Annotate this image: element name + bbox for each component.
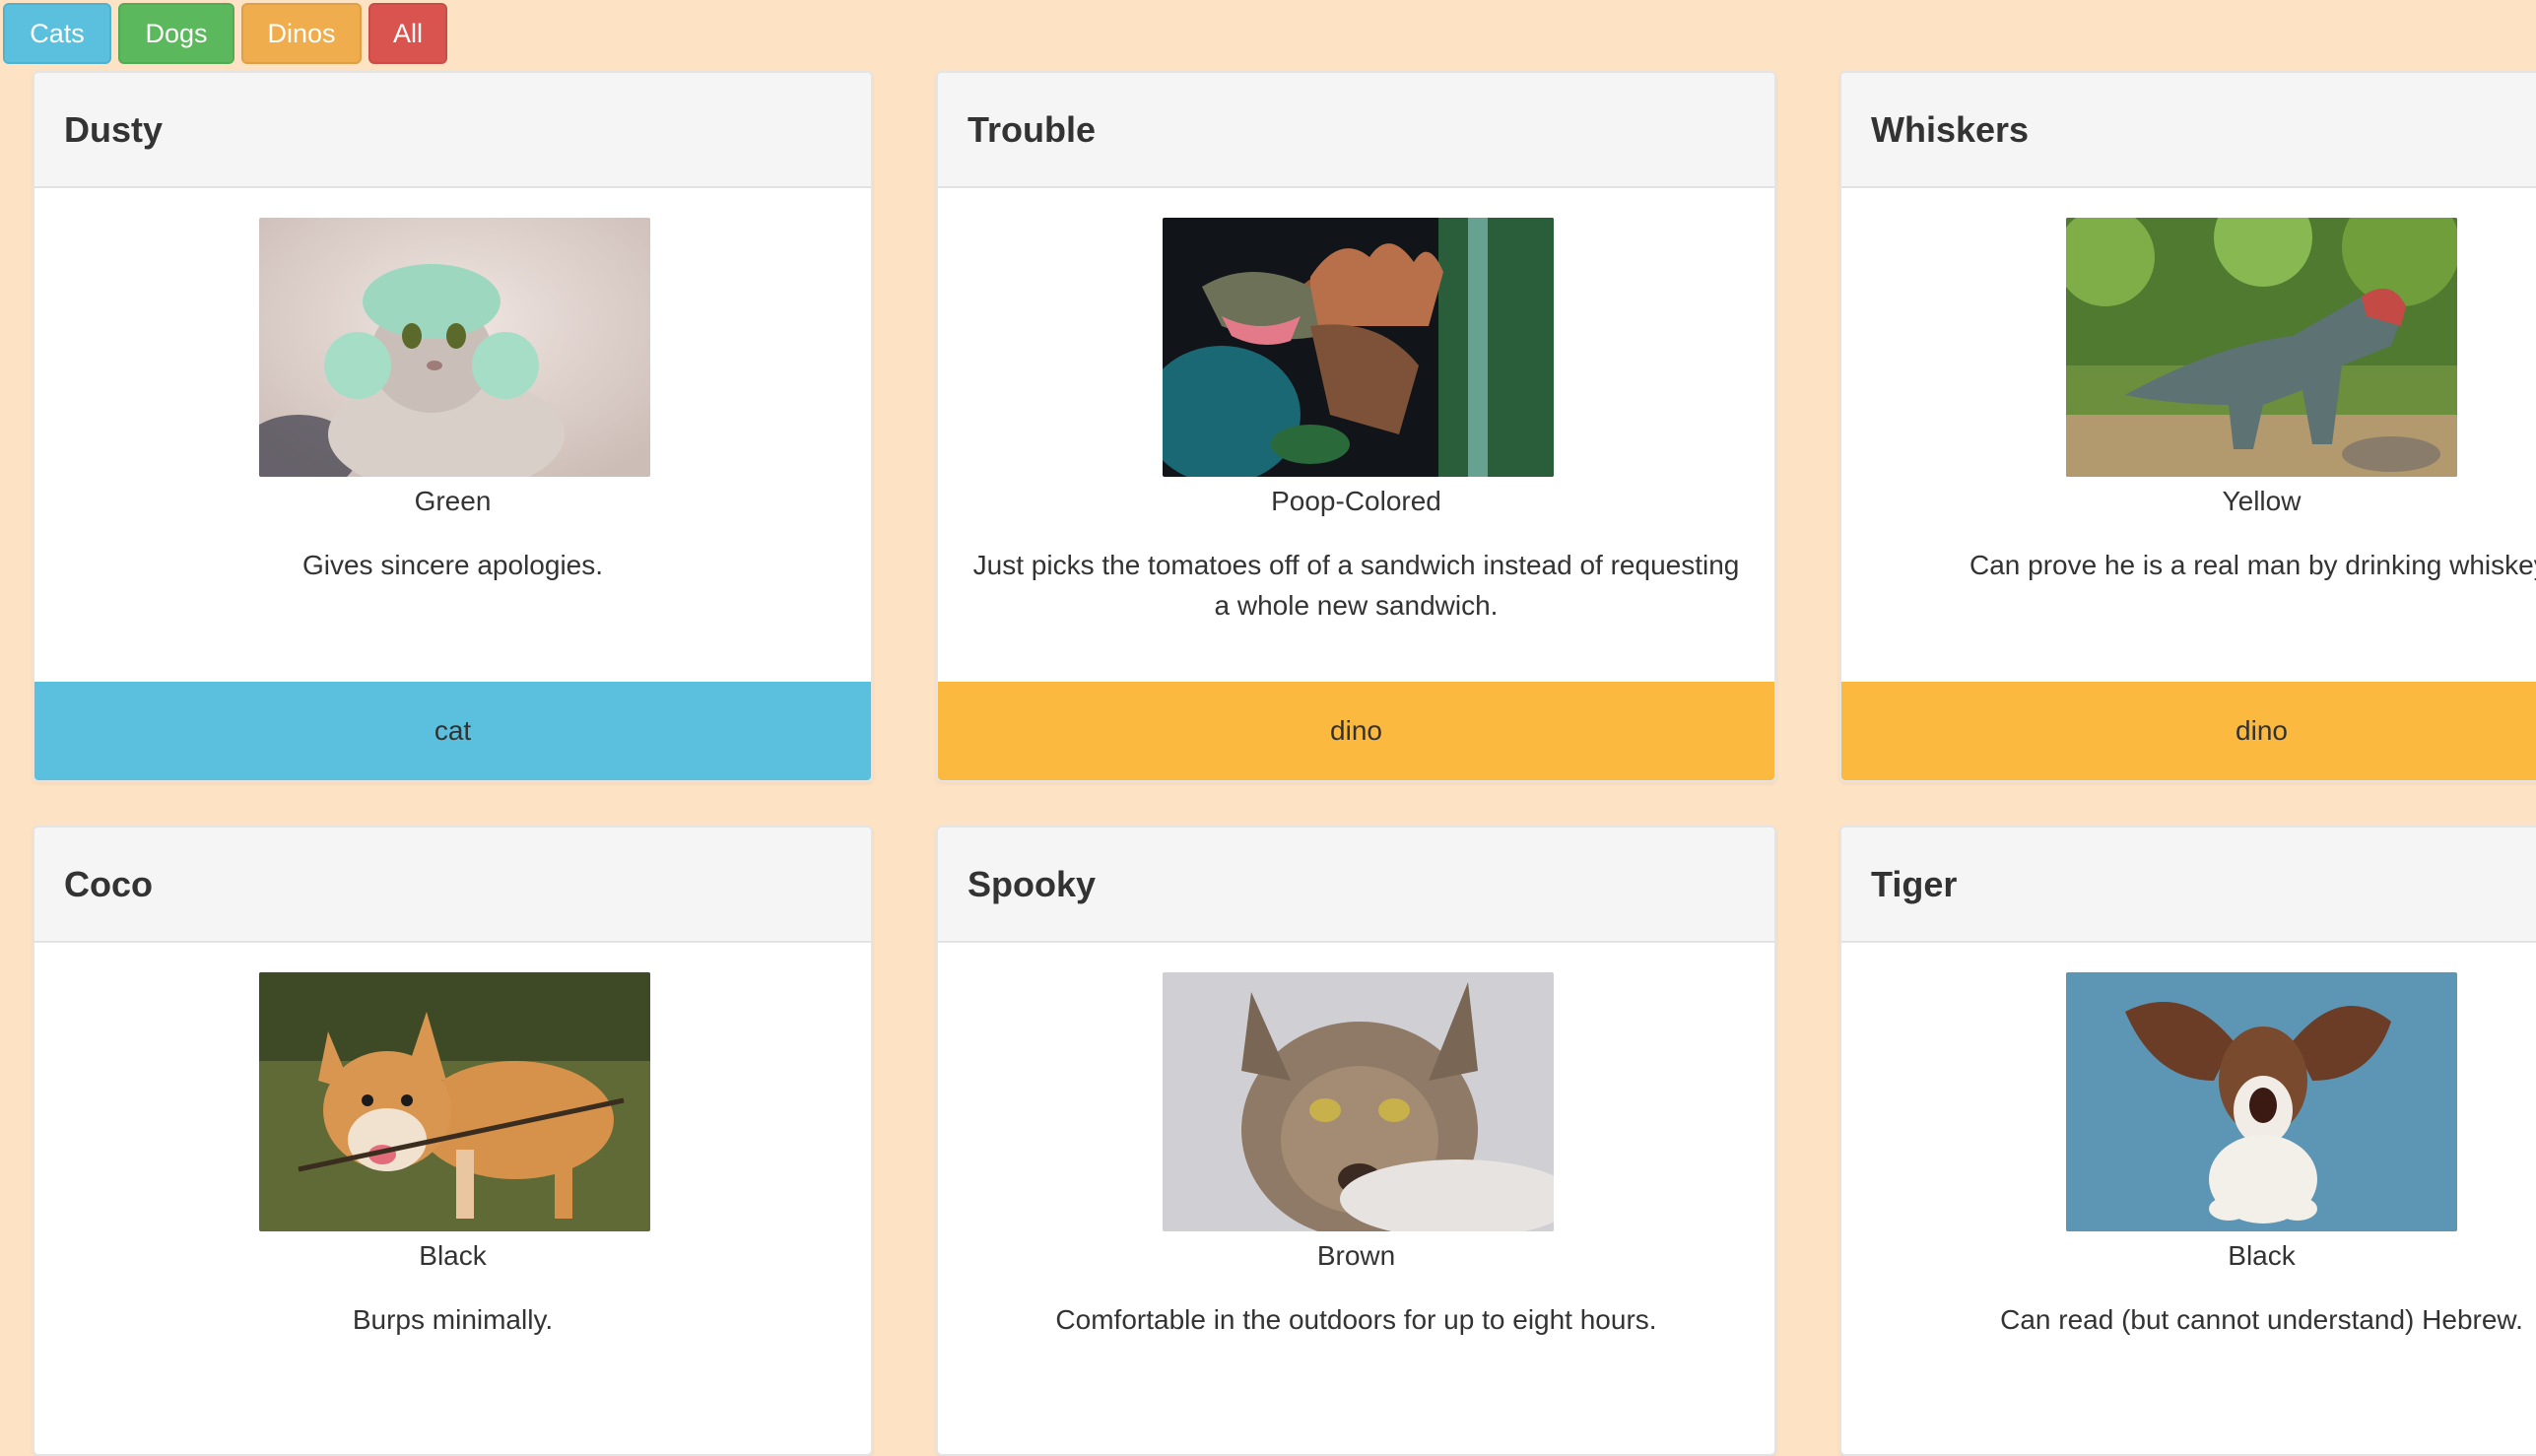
filter-bar: Cats Dogs Dinos All [3, 3, 447, 64]
card-title: Trouble [938, 73, 1774, 188]
card-title: Whiskers [1841, 73, 2536, 188]
pet-color: Brown [1316, 1240, 1396, 1271]
pet-color: Black [419, 1240, 487, 1271]
dinos-filter-button[interactable]: Dinos [241, 3, 362, 64]
dino-photo [2066, 218, 2457, 477]
pet-description: Gives sincere apologies. [301, 550, 604, 580]
all-filter-button[interactable]: All [368, 3, 447, 64]
dog-photo [259, 972, 650, 1231]
pet-type-footer: cat [34, 682, 871, 780]
pet-color: Black [2228, 1240, 2296, 1271]
card-title: Spooky [938, 827, 1774, 943]
card-title: Dusty [34, 73, 871, 188]
cat-photo [1163, 972, 1554, 1231]
pet-description: Burps minimally. [352, 1304, 554, 1335]
dog-photo [2066, 972, 2457, 1231]
dino-photo [1163, 218, 1554, 477]
pet-description: Can read (but cannot understand) Hebrew. [2000, 1304, 2523, 1335]
pet-description: Just picks the tomatoes off of a sandwic… [972, 550, 1740, 621]
card-title: Tiger [1841, 827, 2536, 943]
pet-color: Poop-Colored [1271, 486, 1441, 516]
pet-card-dusty: Dusty Green Gives sincere apologies. cat [33, 71, 873, 782]
pet-type-footer: dino [1841, 682, 2536, 780]
dogs-filter-button[interactable]: Dogs [118, 3, 234, 64]
card-title: Coco [34, 827, 871, 943]
pet-card-spooky: Spooky Brown Comfortable in the outdoors… [936, 826, 1776, 1456]
cats-filter-button[interactable]: Cats [3, 3, 111, 64]
pet-card-tiger: Tiger Black Can read (but cannot underst… [1839, 826, 2536, 1456]
pet-card-coco: Coco Black Burps minimally. [33, 826, 873, 1456]
pet-type-footer: dino [938, 682, 1774, 780]
pet-card-trouble: Trouble Poop-Colored Just picks the toma… [936, 71, 1776, 782]
pet-color: Yellow [2222, 486, 2302, 516]
pet-card-whiskers: Whiskers Yellow Can prove he is a real m… [1839, 71, 2536, 782]
pet-color: Green [414, 486, 492, 516]
pet-description: Comfortable in the outdoors for up to ei… [1055, 1304, 1657, 1335]
pet-description: Can prove he is a real man by drinking w… [1969, 550, 2536, 580]
cat-photo [259, 218, 650, 477]
